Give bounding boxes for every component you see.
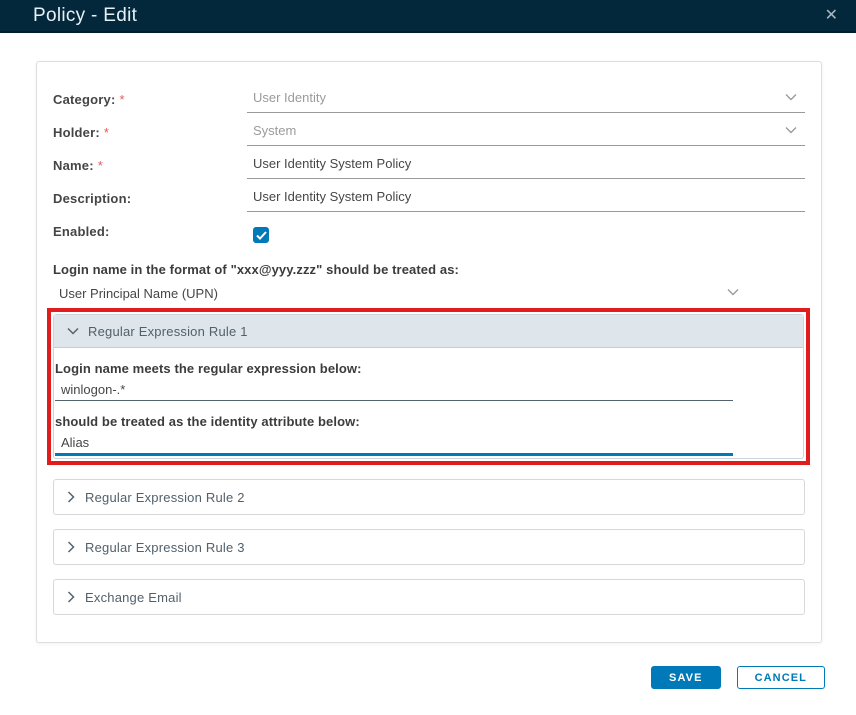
chevron-right-icon: [67, 491, 75, 503]
accordion-rule-2-header[interactable]: Regular Expression Rule 2: [53, 479, 805, 515]
identity-attribute-input[interactable]: Alias: [55, 433, 733, 456]
description-row: Description: User Identity System Policy: [53, 185, 805, 218]
annotation-highlight: Regular Expression Rule 1 Login name mee…: [47, 308, 810, 465]
accordion-rule-2-title: Regular Expression Rule 2: [85, 490, 245, 505]
category-select[interactable]: User Identity: [247, 86, 805, 113]
upn-select[interactable]: User Principal Name (UPN): [53, 284, 743, 304]
holder-select[interactable]: System: [247, 119, 805, 146]
upn-select-value: User Principal Name (UPN): [59, 286, 218, 301]
upn-format-label: Login name in the format of "xxx@yyy.zzz…: [53, 262, 805, 277]
enabled-checkbox[interactable]: [253, 227, 269, 243]
accordion-exchange-email-header[interactable]: Exchange Email: [53, 579, 805, 615]
accordion-rule-1-body: Login name meets the regular expression …: [54, 348, 803, 458]
policy-edit-form-card: Category:* User Identity Holder:* System…: [36, 61, 822, 643]
holder-label: Holder:*: [53, 119, 247, 152]
save-button[interactable]: SAVE: [651, 666, 721, 689]
description-input[interactable]: User Identity System Policy: [247, 185, 805, 212]
holder-row: Holder:* System: [53, 119, 805, 152]
chevron-right-icon: [67, 541, 75, 553]
enabled-label: Enabled:: [53, 218, 247, 251]
accordion-rule-1: Regular Expression Rule 1 Login name mee…: [53, 314, 804, 459]
chevron-down-icon: [727, 288, 739, 296]
required-asterisk: *: [119, 92, 124, 107]
chevron-right-icon: [67, 591, 75, 603]
check-icon: [256, 231, 267, 240]
name-input[interactable]: User Identity System Policy: [247, 152, 805, 179]
regex-label: Login name meets the regular expression …: [55, 361, 802, 376]
chevron-down-icon: [785, 93, 797, 101]
category-row: Category:* User Identity: [53, 86, 805, 119]
accordion-rule-3-header[interactable]: Regular Expression Rule 3: [53, 529, 805, 565]
chevron-down-icon: [785, 126, 797, 134]
description-label: Description:: [53, 185, 247, 218]
category-label: Category:*: [53, 86, 247, 119]
enabled-row: Enabled:: [53, 218, 805, 251]
regex-input[interactable]: winlogon-.*: [55, 380, 733, 401]
identity-attribute-label: should be treated as the identity attrib…: [55, 414, 802, 429]
dialog-footer: SAVE CANCEL: [651, 666, 825, 689]
accordion-rule-3-title: Regular Expression Rule 3: [85, 540, 245, 555]
accordion-rule-1-title: Regular Expression Rule 1: [88, 324, 248, 339]
accordion-exchange-email-title: Exchange Email: [85, 590, 182, 605]
dialog-title: Policy - Edit: [33, 5, 825, 27]
cancel-button[interactable]: CANCEL: [737, 666, 825, 689]
category-value: User Identity: [253, 90, 326, 105]
name-row: Name:* User Identity System Policy: [53, 152, 805, 185]
holder-value: System: [253, 123, 296, 138]
name-label: Name:*: [53, 152, 247, 185]
accordion-rule-1-header[interactable]: Regular Expression Rule 1: [54, 315, 803, 348]
close-icon[interactable]: ✕: [825, 8, 838, 24]
required-asterisk: *: [98, 158, 103, 173]
enabled-control: [247, 218, 805, 245]
dialog-titlebar: Policy - Edit ✕: [0, 0, 856, 33]
required-asterisk: *: [104, 125, 109, 140]
chevron-down-icon: [67, 327, 79, 335]
